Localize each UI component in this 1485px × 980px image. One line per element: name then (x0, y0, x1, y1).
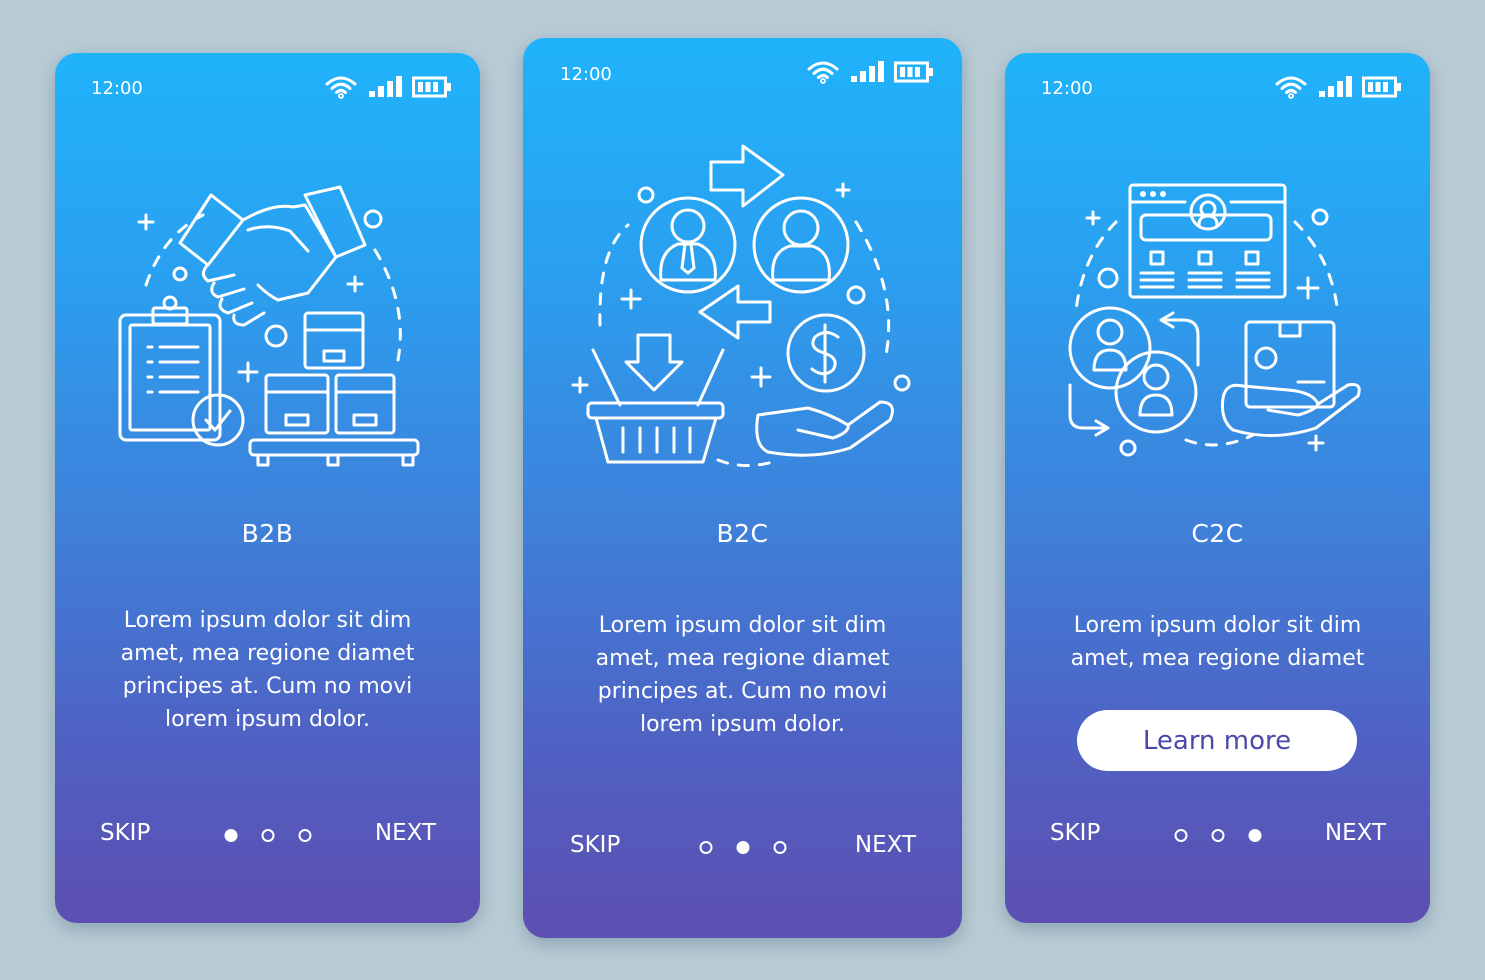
wifi-icon (806, 60, 840, 84)
page-dot-1-active[interactable] (224, 829, 237, 842)
signal-icon (850, 61, 884, 83)
description-line: principes at. Cum no movi (597, 679, 888, 704)
page-dot-1[interactable] (699, 841, 712, 854)
onboarding-screen-b2b: 12:00 B2B Lorem ipsum dolor sit dim amet… (55, 53, 480, 923)
page-dot-3-active[interactable] (1248, 829, 1261, 842)
onboarding-screen-b2c: 12:00 B2C Lorem ipsum dolor sit dim amet… (523, 38, 962, 938)
footer-nav: SKIP NEXT (523, 828, 962, 868)
description-line: Lorem ipsum dolor sit dim (123, 608, 412, 633)
page-indicator (224, 829, 311, 842)
page-dot-2[interactable] (1211, 829, 1224, 842)
status-time: 12:00 (560, 64, 612, 85)
battery-icon (1362, 76, 1402, 98)
status-bar: 12:00 (523, 38, 962, 108)
status-bar: 12:00 (55, 53, 480, 123)
signal-icon (1318, 76, 1352, 98)
description-line: amet, mea regione diamet (120, 641, 415, 666)
status-bar: 12:00 (1005, 53, 1430, 123)
consumer-marketplace-icon (1058, 170, 1378, 460)
page-dot-2[interactable] (261, 829, 274, 842)
screen-description: Lorem ipsum dolor sit dim amet, mea regi… (1035, 609, 1400, 675)
skip-button[interactable]: SKIP (1050, 820, 1100, 846)
description-line: amet, mea regione diamet (1070, 646, 1365, 671)
status-icons (1274, 75, 1402, 99)
wifi-icon (324, 75, 358, 99)
screen-title: B2B (241, 519, 294, 548)
onboarding-screen-c2c: 12:00 C2C Lorem ipsum dolor sit dim amet… (1005, 53, 1430, 923)
handshake-clipboard-boxes-icon (108, 175, 428, 475)
page-indicator (699, 841, 786, 854)
page-dot-3[interactable] (773, 841, 786, 854)
status-time: 12:00 (1041, 78, 1093, 99)
next-button[interactable]: NEXT (855, 832, 916, 858)
business-customer-exchange-icon (568, 140, 918, 480)
footer-nav: SKIP NEXT (1005, 816, 1430, 856)
description-line: amet, mea regione diamet (595, 646, 890, 671)
page-dot-1[interactable] (1174, 829, 1187, 842)
wifi-icon (1274, 75, 1308, 99)
description-line: lorem ipsum dolor. (164, 707, 370, 732)
page-dot-3[interactable] (298, 829, 311, 842)
skip-button[interactable]: SKIP (570, 832, 620, 858)
screen-description: Lorem ipsum dolor sit dim amet, mea regi… (85, 604, 450, 736)
screen-title: C2C (1191, 519, 1244, 548)
status-icons (806, 60, 934, 84)
battery-icon (412, 76, 452, 98)
screen-description: Lorem ipsum dolor sit dim amet, mea regi… (553, 609, 932, 741)
description-line: Lorem ipsum dolor sit dim (1073, 613, 1362, 638)
learn-more-button[interactable]: Learn more (1077, 710, 1357, 771)
screen-title: B2C (716, 519, 769, 548)
description-line: principes at. Cum no movi (122, 674, 413, 699)
page-indicator (1174, 829, 1261, 842)
description-line: Lorem ipsum dolor sit dim (598, 613, 887, 638)
description-line: lorem ipsum dolor. (639, 712, 845, 737)
signal-icon (368, 76, 402, 98)
skip-button[interactable]: SKIP (100, 820, 150, 846)
status-icons (324, 75, 452, 99)
next-button[interactable]: NEXT (1325, 820, 1386, 846)
status-time: 12:00 (91, 78, 143, 99)
footer-nav: SKIP NEXT (55, 816, 480, 856)
battery-icon (894, 61, 934, 83)
next-button[interactable]: NEXT (375, 820, 436, 846)
page-dot-2-active[interactable] (736, 841, 749, 854)
